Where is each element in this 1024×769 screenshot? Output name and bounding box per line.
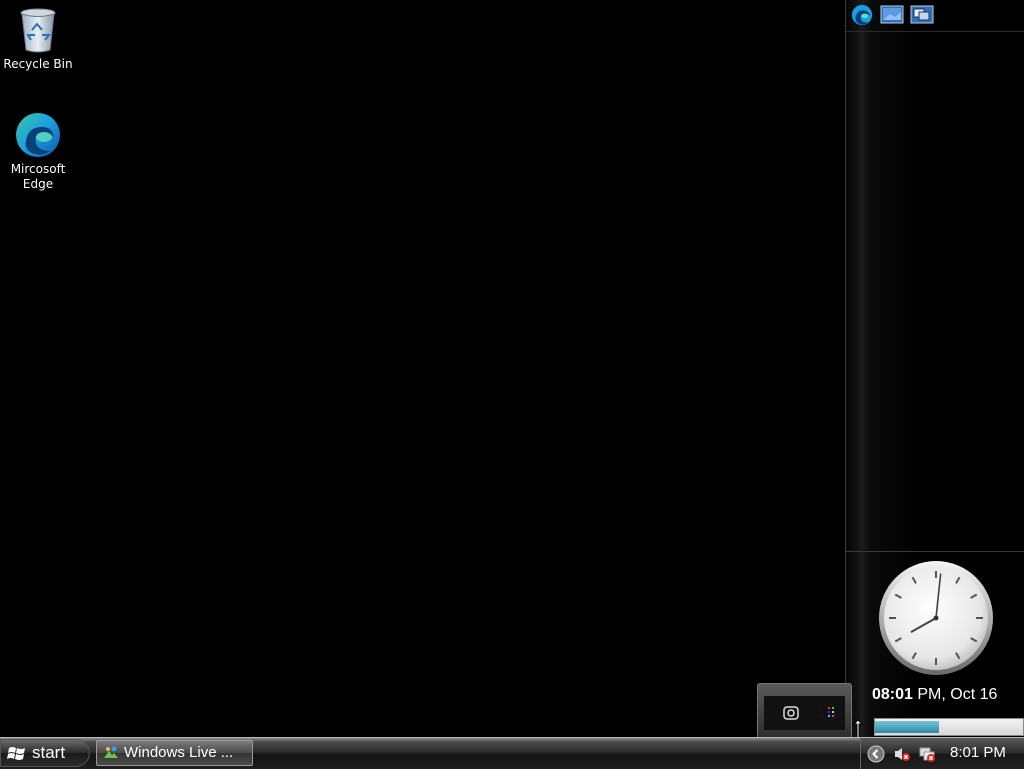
tray-clock[interactable]: 8:01 PM (950, 744, 1006, 761)
meter-gadget (874, 718, 1024, 736)
taskbar-item-label: Windows Live ... (124, 744, 234, 761)
clock-date: 08:01 PM, Oct 16 (872, 686, 997, 704)
windows-live-icon (103, 745, 119, 761)
volume-muted-icon[interactable] (893, 745, 911, 763)
desktop-icon-recycle-bin[interactable]: Recycle Bin (0, 6, 76, 72)
sidebar-divider (846, 551, 1024, 552)
clock-time-bold: 08:01 (872, 686, 913, 703)
camera-icon[interactable] (783, 705, 799, 721)
taskbar: start Windows Live ... 8:01 PM (0, 737, 1024, 769)
taskbar-item-windows-live[interactable]: Windows Live ... (96, 740, 253, 766)
start-label: start (32, 743, 66, 762)
clock-date-rest: PM, Oct 16 (912, 686, 998, 703)
desktop-icon-label: Recycle Bin (3, 57, 73, 71)
mini-panel[interactable] (757, 683, 852, 739)
edge-icon[interactable] (850, 4, 874, 26)
system-tray: 8:01 PM (860, 738, 1024, 769)
expand-tray-icon[interactable] (867, 745, 885, 763)
desktop-icon-edge[interactable]: Mircosoft Edge (0, 111, 76, 192)
network-icon[interactable] (918, 745, 936, 763)
start-button[interactable]: start (0, 739, 90, 767)
switch-windows-icon[interactable] (910, 4, 934, 26)
mini-panel-body (764, 696, 845, 730)
desktop-icon-label: Mircosoft Edge (10, 162, 66, 191)
meter-fill (875, 721, 939, 733)
colors-icon[interactable] (823, 705, 839, 721)
windows-logo-icon (7, 744, 27, 764)
desktop-icon[interactable] (880, 4, 904, 26)
sidebar-toolbar (846, 0, 1024, 32)
sidebar: 08:01 PM, Oct 16 (845, 0, 1024, 745)
clock-gadget[interactable] (878, 560, 994, 676)
recycle-bin-icon (14, 6, 62, 54)
edge-icon (14, 111, 62, 159)
